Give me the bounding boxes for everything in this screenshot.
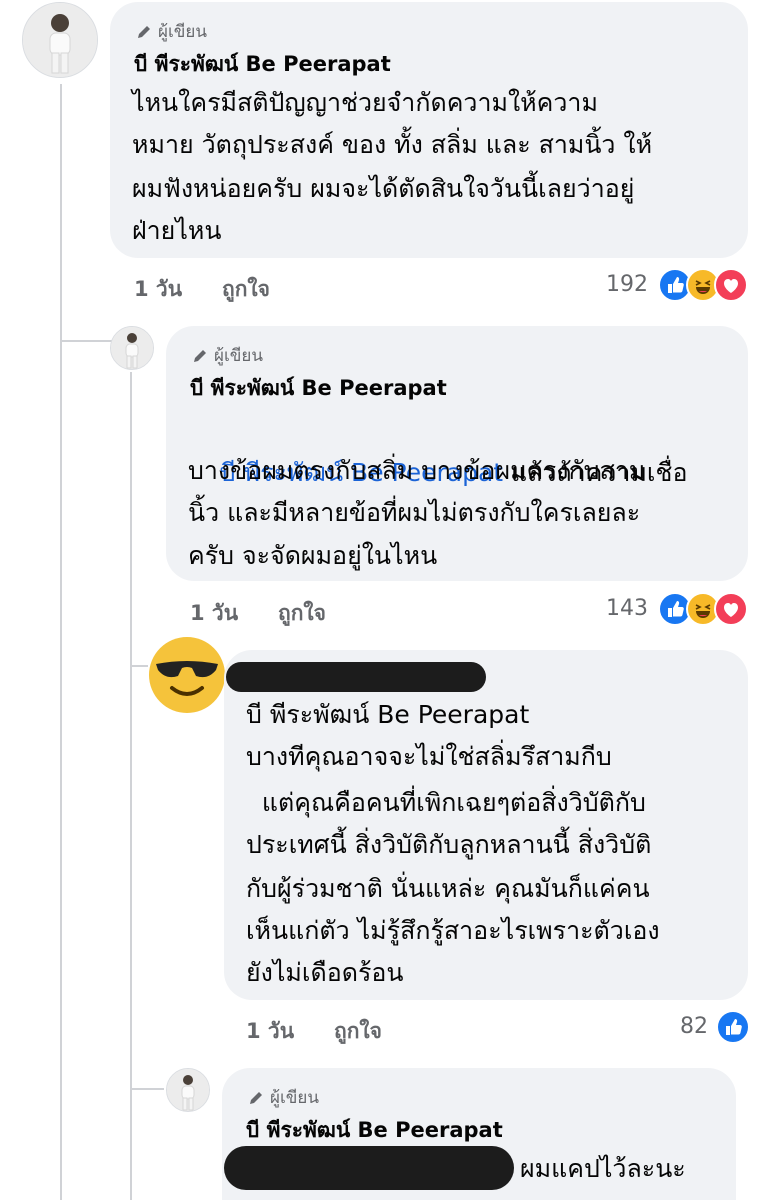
- sunglasses-emoji-icon: [149, 637, 225, 713]
- thread-line: [60, 84, 62, 1200]
- comment-text-line: เห็นแก่ตัว ไม่รู้สึกรู้สาอะไรเพราะตัวเอง: [246, 916, 660, 945]
- reaction-count[interactable]: 82: [680, 1014, 708, 1039]
- avatar[interactable]: [148, 636, 226, 714]
- thread-line: [130, 372, 132, 1200]
- comment-time[interactable]: 1 วัน: [190, 597, 238, 630]
- author-badge: ผู้เขียน: [136, 18, 207, 45]
- love-icon: [714, 268, 748, 302]
- comment-text-line: บางทีคุณอาจจะไม่ใช่สลิ่มรึสามกีบ: [246, 742, 612, 771]
- redacted-mention: [224, 1146, 514, 1190]
- comment-text-line: ฝ่ายไหน: [132, 216, 222, 245]
- pencil-icon: [194, 349, 206, 362]
- reaction-icons[interactable]: [716, 1010, 750, 1044]
- thread-line: [130, 665, 148, 667]
- comment-text-line: แต่คุณคือคนที่เพิกเฉยๆต่อสิ่งวิบัติกับ: [246, 788, 646, 817]
- comment-text-line: นิ้ว และมีหลายข้อที่ผมไม่ตรงกับใครเลยละ: [188, 498, 641, 527]
- comment-text-line: ผมแคปไว้ละนะ: [520, 1154, 686, 1183]
- pencil-icon: [138, 25, 150, 38]
- comment-author[interactable]: บี พีระพัฒน์ Be Peerapat: [134, 48, 391, 81]
- comment-text-line: ไหนใครมีสติปัญญาช่วยจำกัดความให้ความ: [132, 88, 598, 117]
- comment-text-line: ประเทศนี้ สิ่งวิบัติกับลูกหลานนี้ สิ่งวิ…: [246, 830, 652, 859]
- author-badge-label: ผู้เขียน: [158, 22, 207, 42]
- reaction-count[interactable]: 192: [606, 272, 648, 297]
- like-button[interactable]: ถูกใจ: [222, 273, 270, 306]
- thread-line: [60, 340, 114, 342]
- thread-line: [130, 1088, 164, 1090]
- author-badge-label: ผู้เขียน: [270, 1088, 319, 1108]
- author-badge-label: ผู้เขียน: [214, 346, 263, 366]
- person-photo-icon: [111, 327, 153, 369]
- reaction-icons[interactable]: [658, 592, 748, 626]
- pencil-icon: [250, 1091, 262, 1104]
- like-button[interactable]: ถูกใจ: [278, 597, 326, 630]
- reaction-count[interactable]: 143: [606, 596, 648, 621]
- comment-time[interactable]: 1 วัน: [246, 1015, 294, 1048]
- comment-text-line: ผมฟังหน่อยครับ ผมจะได้ตัดสินใจวันนี้เลยว…: [132, 174, 635, 203]
- like-icon: [716, 1010, 750, 1044]
- author-badge: ผู้เขียน: [248, 1084, 319, 1111]
- comment-author[interactable]: บี พีระพัฒน์ Be Peerapat: [190, 372, 447, 405]
- person-photo-icon: [167, 1069, 209, 1111]
- comment-time[interactable]: 1 วัน: [134, 273, 182, 306]
- avatar[interactable]: [22, 2, 98, 78]
- comment-text-line: บางข้อผมตรงกับสลิ่ม บางข้อผมตรงกับสาม: [188, 456, 646, 485]
- redacted-author: [226, 662, 486, 692]
- comment-text-line: กับผู้ร่วมชาติ นั่นแหล่ะ คุณมันก็แค่คน: [246, 874, 650, 903]
- like-button[interactable]: ถูกใจ: [334, 1015, 382, 1048]
- avatar[interactable]: [110, 326, 154, 370]
- author-badge: ผู้เขียน: [192, 342, 263, 369]
- comment-text-line: ยังไม่เดือดร้อน: [246, 958, 404, 987]
- comment-author[interactable]: บี พีระพัฒน์ Be Peerapat: [246, 1114, 503, 1147]
- person-photo-icon: [23, 3, 97, 77]
- avatar[interactable]: [166, 1068, 210, 1112]
- mention-link[interactable]: บี พีระพัฒน์ Be Peerapat: [246, 692, 529, 738]
- comment-text-line: หมาย วัตถุประสงค์ ของ ทั้ง สลิ่ม และ สาม…: [132, 130, 653, 159]
- reaction-icons[interactable]: [658, 268, 748, 302]
- comment-text-line: ครับ จะจัดผมอยู่ในไหน: [188, 541, 438, 570]
- love-icon: [714, 592, 748, 626]
